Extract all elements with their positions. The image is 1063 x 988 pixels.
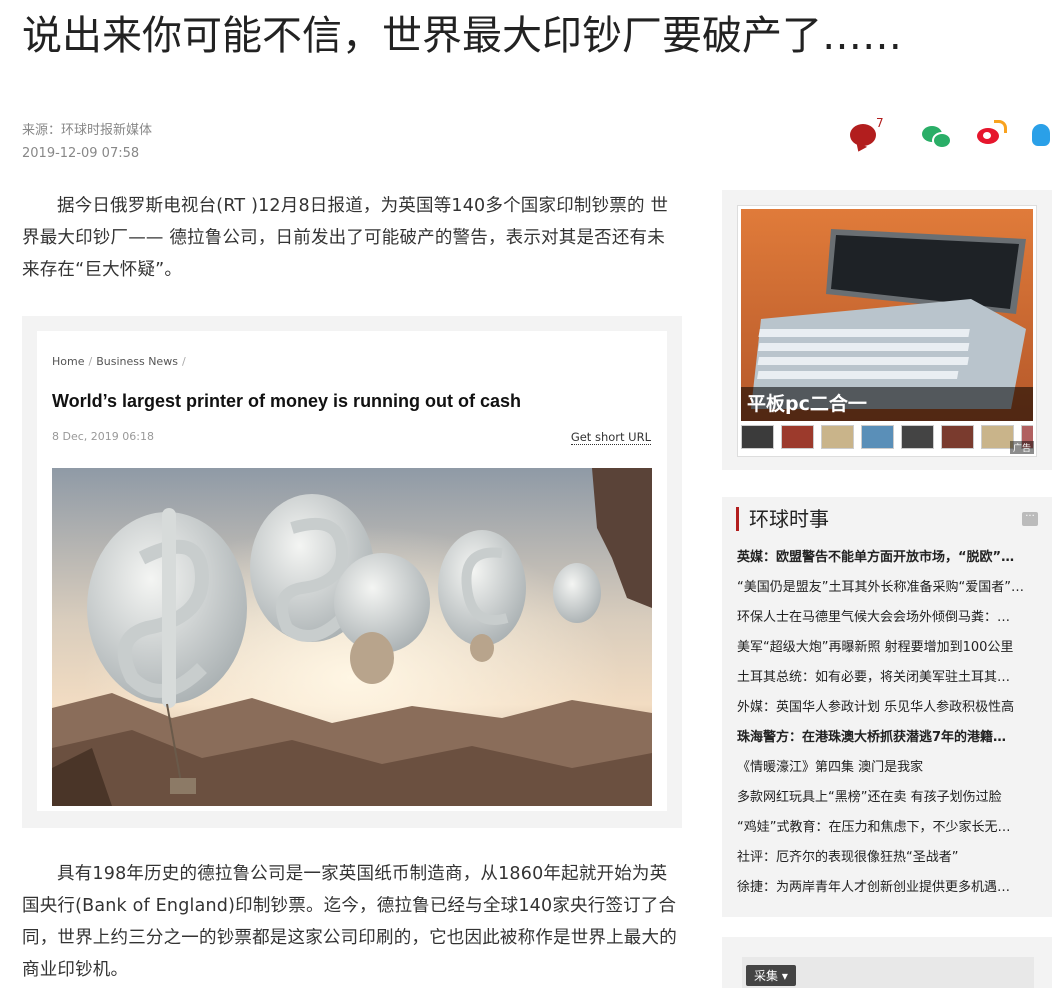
article-meta: 来源：环球时报新媒体 2019-12-09 07:58 — [22, 119, 152, 165]
news-heading: 环球时事 — [736, 507, 829, 531]
news-item[interactable]: 环保人士在马德里气候大会会场外倾倒马粪：… — [737, 603, 1037, 633]
breadcrumb-separator: / — [181, 355, 186, 368]
collect-label: 采集 — [754, 969, 779, 983]
money-balloons-image — [52, 468, 652, 806]
article-title: 说出来你可能不信，世界最大印钞厂要破产了…… — [22, 13, 902, 59]
news-item[interactable]: 徐捷：为两岸青年人才创新创业提供更多机遇… — [737, 873, 1037, 903]
share-bar: 7 — [848, 116, 1063, 154]
article-paragraph-1: 据今日俄罗斯电视台(RT )12月8日报道，为英国等140多个国家印制钞票的 世… — [22, 196, 669, 280]
wechat-icon[interactable] — [920, 118, 952, 150]
figure-headline: World’s largest printer of money is runn… — [52, 391, 522, 411]
bottom-ad: 采集 ▾ — [722, 937, 1052, 988]
news-item[interactable]: “鸡娃”式教育：在压力和焦虑下，不少家长无… — [737, 813, 1037, 843]
more-icon[interactable]: ··· — [1022, 512, 1038, 526]
weibo-icon[interactable] — [976, 118, 1008, 150]
breadcrumb: Home / Business News / — [52, 355, 190, 368]
news-item[interactable]: 珠海警方：在港珠澳大桥抓获潜逃7年的港籍… — [737, 723, 1037, 753]
comment-count: 7 — [876, 116, 884, 130]
article-source: 来源：环球时报新媒体 — [22, 123, 153, 138]
news-item[interactable]: 土耳其总统：如有必要，将关闭美军驻土耳其… — [737, 663, 1037, 693]
screenshot-card: Home / Business News / World’s largest prin… — [37, 331, 667, 811]
news-item[interactable]: 社评：厄齐尔的表现很像狂热“圣战者” — [737, 843, 1037, 873]
ad-caption: 平板pc二合一 — [741, 387, 1033, 421]
ad-box[interactable]: 平板pc二合一 广告 — [737, 205, 1037, 457]
news-panel: 环球时事 ··· 英媒：欧盟警告不能单方面开放市场，“脱欧”… “美国仍是盟友”土… — [722, 497, 1052, 917]
ad-thumbnail[interactable] — [901, 425, 934, 449]
qq-icon[interactable] — [1030, 118, 1062, 150]
ad-thumbnail[interactable] — [861, 425, 894, 449]
sidebar-ad: 平板pc二合一 广告 — [722, 190, 1052, 470]
ad-thumbnail-strip — [741, 425, 1033, 449]
figure-date: 8 Dec, 2019 06:18 — [52, 430, 154, 443]
breadcrumb-section: Business News — [96, 355, 178, 368]
bottom-ad-image[interactable]: 采集 ▾ — [742, 957, 1034, 988]
comment-icon[interactable]: 7 — [848, 116, 884, 150]
ad-label[interactable]: 广告 — [1009, 441, 1034, 454]
collect-button[interactable]: 采集 ▾ — [746, 965, 796, 986]
news-item[interactable]: 多款网红玩具上“黑榜”还在卖 有孩子划伤过脸 — [737, 783, 1037, 813]
ad-thumbnail[interactable] — [781, 425, 814, 449]
ad-thumbnail[interactable] — [941, 425, 974, 449]
article-date: 2019-12-09 07:58 — [22, 146, 140, 161]
article-figure: Home / Business News / World’s largest prin… — [22, 316, 682, 828]
breadcrumb-separator: / — [88, 355, 93, 368]
article-paragraph-2: 具有198年历史的德拉鲁公司是一家英国纸币制造商，从1860年起就开始为英国央行… — [22, 864, 677, 980]
news-item[interactable]: 外媒：英国华人参政计划 乐见华人参政积极性高 — [737, 693, 1037, 723]
ad-thumbnail[interactable] — [821, 425, 854, 449]
news-item[interactable]: 英媒：欧盟警告不能单方面开放市场，“脱欧”… — [737, 543, 1037, 573]
article-body-continued: 具有198年历史的德拉鲁公司是一家英国纸币制造商，从1860年起就开始为英国央行… — [22, 858, 682, 986]
news-item[interactable]: 美军“超级大炮”再曝新照 射程要增加到100公里 — [737, 633, 1037, 663]
tablet-keyboard-image[interactable]: 平板pc二合一 — [741, 209, 1033, 421]
news-list: 英媒：欧盟警告不能单方面开放市场，“脱欧”… “美国仍是盟友”土耳其外长称准备采购… — [737, 543, 1037, 903]
article-body: 据今日俄罗斯电视台(RT )12月8日报道，为英国等140多个国家印制钞票的 世… — [22, 190, 682, 286]
short-url-link: Get short URL — [570, 430, 651, 445]
news-item[interactable]: “美国仍是盟友”土耳其外长称准备采购“爱国者”… — [737, 573, 1037, 603]
breadcrumb-home: Home — [52, 355, 85, 368]
news-item[interactable]: 《情暖濠江》第四集 澳门是我家 — [737, 753, 1037, 783]
ad-thumbnail[interactable] — [741, 425, 774, 449]
